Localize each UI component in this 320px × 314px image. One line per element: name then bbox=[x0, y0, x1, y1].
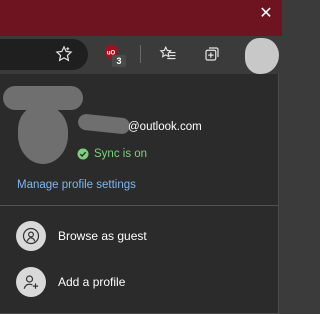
title-bar: ✕ bbox=[0, 0, 282, 36]
sync-status-text: Sync is on bbox=[94, 148, 148, 160]
browser-toolbar: uO bbox=[0, 36, 282, 74]
account-email: @outlook.com bbox=[128, 121, 202, 133]
add-a-profile-item[interactable]: Add a profile bbox=[0, 262, 279, 302]
browse-as-guest-item[interactable]: Browse as guest bbox=[0, 216, 279, 256]
menu-item-label: Browse as guest bbox=[58, 229, 147, 243]
manage-profile-settings-link[interactable]: Manage profile settings bbox=[17, 179, 136, 191]
check-circle-icon bbox=[77, 148, 89, 160]
guest-icon bbox=[16, 221, 46, 251]
panel-divider bbox=[0, 205, 279, 206]
add-profile-icon bbox=[16, 267, 46, 297]
menu-item-label: Add a profile bbox=[58, 275, 126, 289]
favorites-icon[interactable] bbox=[158, 44, 178, 64]
toolbar-divider bbox=[140, 45, 141, 63]
sync-status: Sync is on bbox=[77, 146, 147, 162]
collections-icon[interactable] bbox=[202, 44, 222, 64]
star-icon[interactable] bbox=[54, 44, 74, 64]
ublock-badge-count: 3 bbox=[112, 55, 126, 67]
address-bar[interactable] bbox=[0, 39, 88, 70]
redacted-avatar bbox=[18, 106, 68, 164]
close-window-button[interactable]: ✕ bbox=[258, 6, 274, 22]
